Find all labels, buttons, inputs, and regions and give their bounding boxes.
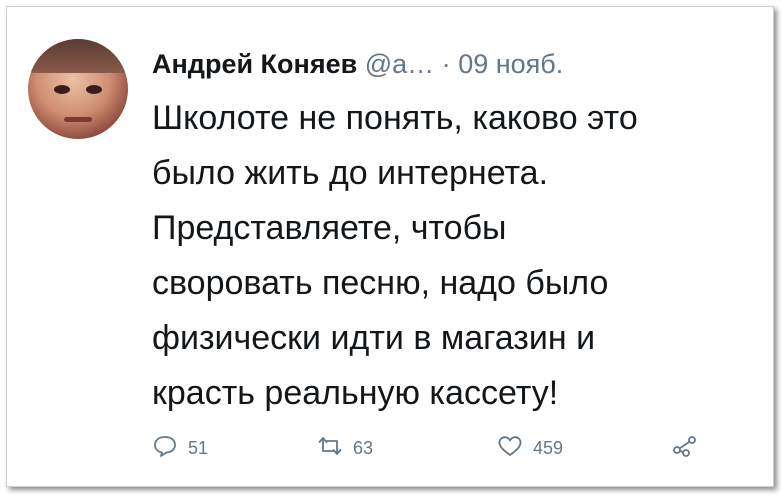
share-button[interactable] xyxy=(672,434,698,463)
tweet-text: Школоте не понять, каково это было жить … xyxy=(152,91,762,421)
avatar-eye-right xyxy=(86,85,102,94)
tweet-text-line: Представляете, чтобы xyxy=(152,209,507,247)
tweet-text-line: Школоте не понять, каково это xyxy=(152,99,638,137)
avatar-hair xyxy=(28,39,128,73)
tweet-text-line: физически идти в магазин и xyxy=(152,319,596,357)
author-name[interactable]: Андрей Коняев xyxy=(152,49,357,79)
avatar[interactable] xyxy=(28,39,128,139)
avatar-mouth xyxy=(64,117,92,122)
reply-button[interactable]: 51 xyxy=(152,434,208,463)
heart-icon xyxy=(497,434,523,463)
retweet-count: 63 xyxy=(353,438,374,458)
tweet-text-line: своровать песню, надо было xyxy=(152,264,609,302)
like-count: 459 xyxy=(533,438,564,458)
action-bar: 51 63 459 xyxy=(152,434,712,462)
retweet-button[interactable]: 63 xyxy=(317,434,373,463)
tweet-text-line: было жить до интернета. xyxy=(152,154,549,192)
like-button[interactable]: 459 xyxy=(497,434,563,463)
reply-icon xyxy=(152,434,178,463)
tweet-date[interactable]: 09 нояб. xyxy=(458,49,563,79)
retweet-icon xyxy=(317,434,343,463)
avatar-eye-left xyxy=(54,85,70,94)
tweet-text-line: красть реальную кассету! xyxy=(152,374,559,412)
header-separator: · xyxy=(441,49,451,79)
author-handle[interactable]: @а… xyxy=(365,49,434,79)
share-icon xyxy=(672,434,698,463)
tweet-card: Андрей Коняев @а… · 09 нояб. Школоте не … xyxy=(6,6,774,487)
reply-count: 51 xyxy=(188,438,209,458)
tweet-header: Андрей Коняев @а… · 09 нояб. xyxy=(152,47,563,81)
